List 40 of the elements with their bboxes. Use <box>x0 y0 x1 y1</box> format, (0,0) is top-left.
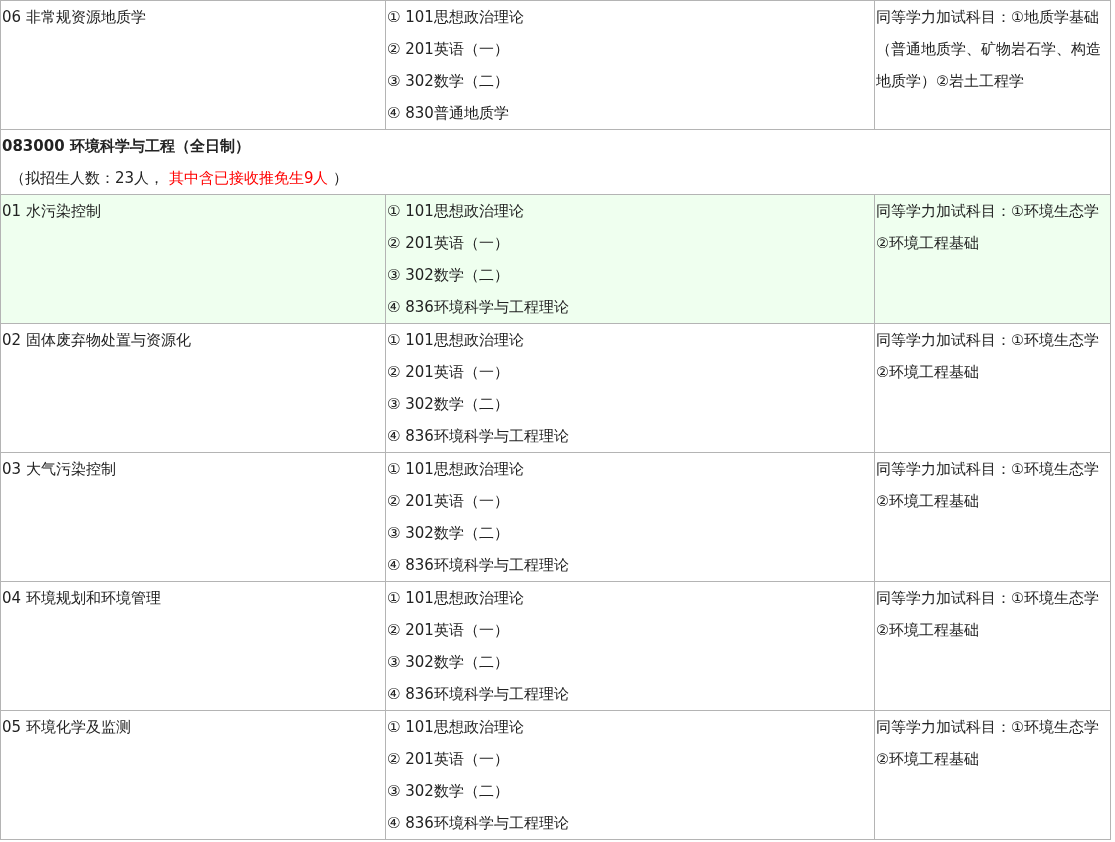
exam-subject: ③ 302数学（二） <box>387 652 510 673</box>
exam-subject: ③ 302数学（二） <box>387 265 510 286</box>
exam-subject: ① 101思想政治理论 <box>387 588 525 609</box>
additional-exam-note: 同等学力加试科目：①环境生态学 ②环境工程基础 <box>876 718 1100 769</box>
exam-subject: ④ 836环境科学与工程理论 <box>387 684 570 705</box>
exam-subject: ④ 836环境科学与工程理论 <box>387 813 570 834</box>
quota-text: （拟招生人数：23人， <box>10 169 166 187</box>
exam-subject: ① 101思想政治理论 <box>387 717 525 738</box>
exam-subject: ③ 302数学（二） <box>387 394 510 415</box>
exam-subject: ④ 836环境科学与工程理论 <box>387 297 570 318</box>
exam-subject: ④ 836环境科学与工程理论 <box>387 555 570 576</box>
additional-exam-note: 同等学力加试科目：①环境生态学 ②环境工程基础 <box>876 202 1100 253</box>
exam-subject: ④ 836环境科学与工程理论 <box>387 426 570 447</box>
exempt-quota-text: 其中含已接收推免生9人 <box>168 169 329 187</box>
exam-subject: ① 101思想政治理论 <box>387 7 525 28</box>
direction-name: 02 固体废弃物处置与资源化 <box>2 330 192 351</box>
exam-subject: ③ 302数学（二） <box>387 71 510 92</box>
exam-subject: ① 101思想政治理论 <box>387 201 525 222</box>
exam-subject: ① 101思想政治理论 <box>387 459 525 480</box>
direction-name: 03 大气污染控制 <box>2 459 117 480</box>
exam-subject: ② 201英语（一） <box>387 491 510 512</box>
additional-exam-note: 同等学力加试科目：①环境生态学 ②环境工程基础 <box>876 331 1100 382</box>
direction-name: 01 水污染控制 <box>2 201 102 222</box>
exam-subject: ② 201英语（一） <box>387 233 510 254</box>
exam-subject: ③ 302数学（二） <box>387 781 510 802</box>
exam-subject: ② 201英语（一） <box>387 749 510 770</box>
exam-subject: ④ 830普通地质学 <box>387 103 510 124</box>
additional-exam-note: 同等学力加试科目：①地质学基础（普通地质学、矿物岩石学、构造地质学）②岩土工程学 <box>876 8 1102 91</box>
direction-name: 04 环境规划和环境管理 <box>2 588 162 609</box>
major-title: 083000 环境科学与工程（全日制） <box>2 136 251 157</box>
direction-name: 06 非常规资源地质学 <box>2 7 147 28</box>
exam-subject: ② 201英语（一） <box>387 620 510 641</box>
additional-exam-note: 同等学力加试科目：①环境生态学 ②环境工程基础 <box>876 460 1100 511</box>
exam-subject: ① 101思想政治理论 <box>387 330 525 351</box>
direction-name: 05 环境化学及监测 <box>2 717 132 738</box>
additional-exam-note: 同等学力加试科目：①环境生态学 ②环境工程基础 <box>876 589 1100 640</box>
quota-text-end: ） <box>332 169 349 187</box>
exam-subject: ③ 302数学（二） <box>387 523 510 544</box>
exam-subject: ② 201英语（一） <box>387 39 510 60</box>
exam-subject: ② 201英语（一） <box>387 362 510 383</box>
